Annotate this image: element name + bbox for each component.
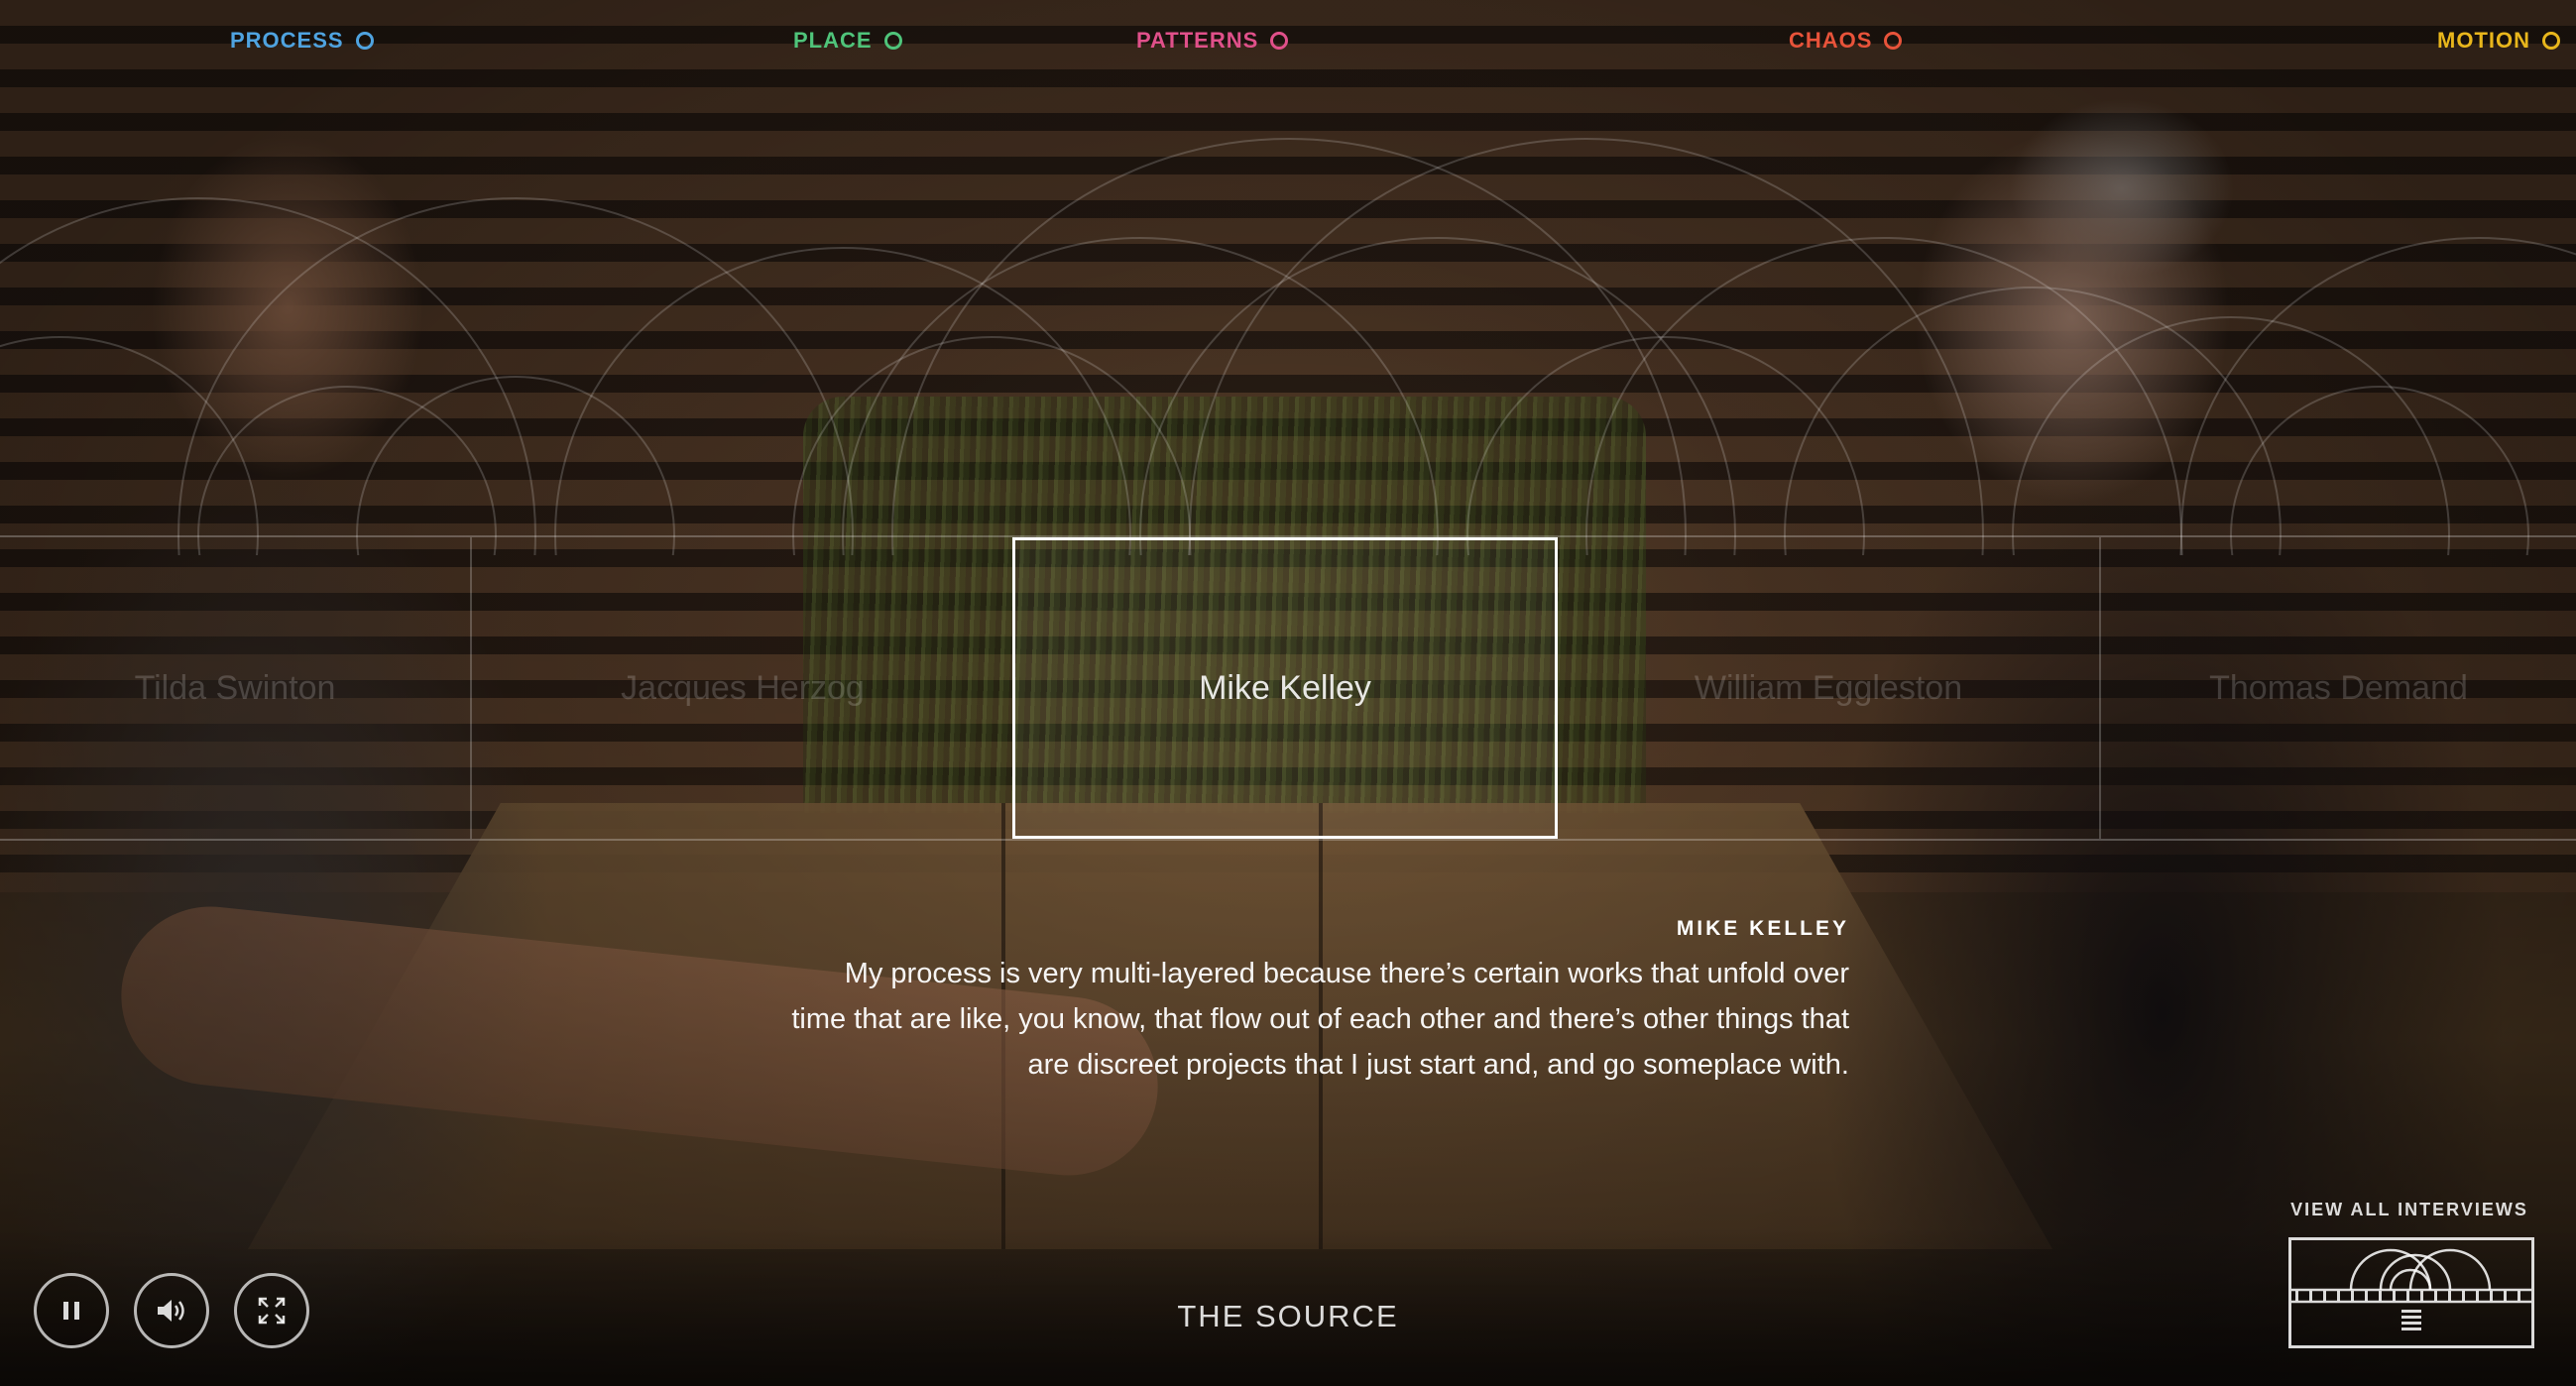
interview-carousel: Tilda Swinton Jacques Herzog Mike Kelley… [0, 535, 2576, 841]
fullscreen-button[interactable] [234, 1273, 309, 1348]
view-all-interviews-button[interactable] [2288, 1237, 2534, 1348]
interview-item[interactable]: William Eggleston [1558, 537, 2099, 839]
fullscreen-icon [258, 1297, 286, 1325]
interview-name: Jacques Herzog [621, 668, 865, 707]
circle-icon [1270, 32, 1289, 50]
circle-icon [355, 32, 374, 50]
volume-button[interactable] [134, 1273, 209, 1348]
nav-chaos[interactable]: CHAOS [1789, 28, 1903, 54]
quote-text: My process is very multi-layered because… [694, 951, 1849, 1088]
volume-icon [158, 1300, 184, 1322]
circle-icon [1884, 32, 1903, 50]
quote-speaker: MIKE KELLEY [1676, 917, 1849, 940]
interview-name: Thomas Demand [2209, 668, 2468, 707]
circle-icon [2542, 32, 2560, 50]
nav-motion[interactable]: MOTION [2437, 28, 2560, 54]
quote-line: time that are like, you know, that flow … [791, 1003, 1849, 1035]
interview-item[interactable]: Thomas Demand [2101, 537, 2576, 839]
interview-item[interactable]: Tilda Swinton [0, 537, 470, 839]
quote-block: MIKE KELLEY My process is very multi-lay… [694, 917, 1849, 1088]
circle-icon [883, 32, 902, 50]
video-stage: PROCESS PLACE PATTERNS CHAOS MOTION Tild… [0, 0, 2576, 1386]
nav-chaos-label: CHAOS [1789, 28, 1873, 53]
nav-place-label: PLACE [793, 28, 873, 53]
nav-patterns[interactable]: PATTERNS [1136, 28, 1289, 54]
arcs-logo-icon [2291, 1248, 2531, 1330]
interview-name: William Eggleston [1694, 668, 1963, 707]
nav-process-label: PROCESS [230, 28, 344, 53]
nav-patterns-label: PATTERNS [1136, 28, 1259, 53]
pause-icon [63, 1302, 79, 1320]
nav-process[interactable]: PROCESS [230, 28, 374, 54]
interview-item[interactable]: Jacques Herzog [472, 537, 1013, 839]
nav-place[interactable]: PLACE [793, 28, 902, 54]
interview-name: Tilda Swinton [134, 668, 336, 707]
interview-item-active[interactable]: Mike Kelley [1012, 537, 1558, 839]
nav-motion-label: MOTION [2437, 28, 2530, 53]
quote-line: are discreet projects that I just start … [1027, 1049, 1849, 1081]
source-title: THE SOURCE [1177, 1299, 1399, 1333]
pause-button[interactable] [34, 1273, 109, 1348]
quote-line: My process is very multi-layered because… [844, 958, 1849, 989]
interview-name: Mike Kelley [1199, 668, 1371, 707]
view-all-interviews-label[interactable]: VIEW ALL INTERVIEWS [2271, 1200, 2548, 1220]
